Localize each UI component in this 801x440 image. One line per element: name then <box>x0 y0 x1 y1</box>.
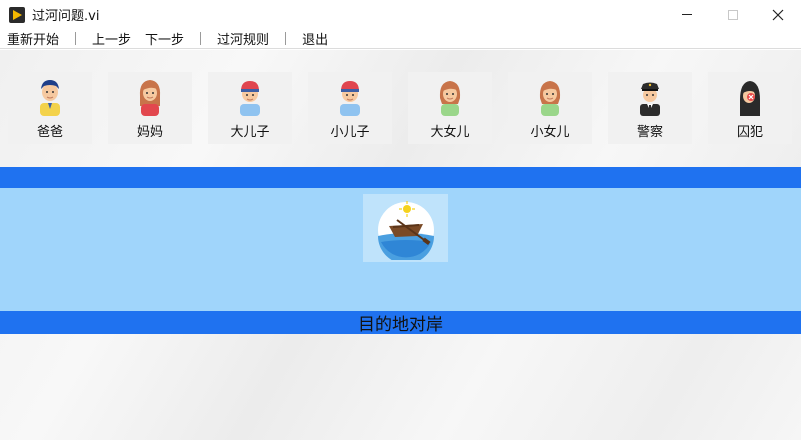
destination-bank: 目的地对岸 <box>0 311 801 335</box>
person-card-younger-daughter[interactable]: 小女儿 <box>508 72 592 144</box>
person-card-elder-daughter[interactable]: 大女儿 <box>408 72 492 144</box>
younger-daughter-icon <box>539 81 561 116</box>
father-icon <box>40 80 60 116</box>
destination-label: 目的地对岸 <box>358 315 443 335</box>
person-label: 妈妈 <box>136 125 163 140</box>
person-label: 小女儿 <box>530 125 570 140</box>
window-title: 过河问题.vi <box>32 9 100 24</box>
menu-restart[interactable]: 重新开始 <box>0 29 66 48</box>
close-button[interactable] <box>755 0 801 29</box>
mother-icon <box>139 80 161 116</box>
person-label: 爸爸 <box>36 125 63 140</box>
person-label: 警察 <box>636 125 663 140</box>
menu-separator <box>200 32 202 45</box>
menu-next-step[interactable]: 下一步 <box>138 29 191 48</box>
elder-daughter-icon <box>439 81 461 116</box>
boat-icon <box>377 201 434 260</box>
minimize-button[interactable] <box>664 0 710 29</box>
minimize-icon <box>682 14 692 15</box>
boat-button[interactable] <box>363 194 448 262</box>
prisoner-icon <box>740 81 760 116</box>
person-label: 囚犯 <box>736 125 763 140</box>
menu-separator <box>75 32 77 45</box>
title-bar: 过河问题.vi <box>0 0 801 29</box>
close-icon <box>772 9 784 20</box>
person-label: 小儿子 <box>330 125 370 140</box>
person-label: 大儿子 <box>230 125 270 140</box>
younger-son-icon <box>340 81 360 116</box>
maximize-button[interactable] <box>710 0 756 29</box>
police-icon <box>640 82 660 116</box>
starting-bank <box>0 167 801 188</box>
person-card-prisoner[interactable]: 囚犯 <box>708 72 792 144</box>
maximize-icon <box>728 9 738 20</box>
elder-son-icon <box>240 81 260 116</box>
app-icon <box>9 6 25 23</box>
person-card-police[interactable]: 警察 <box>608 72 692 144</box>
menu-separator <box>285 32 287 45</box>
menu-prev-step[interactable]: 上一步 <box>85 29 138 48</box>
menu-bar: 重新开始 上一步 下一步 过河规则 退出 <box>0 29 801 49</box>
person-card-elder-son[interactable]: 大儿子 <box>208 72 292 144</box>
person-card-younger-son[interactable]: 小儿子 <box>308 72 392 144</box>
person-card-mother[interactable]: 妈妈 <box>108 72 192 144</box>
person-label: 大女儿 <box>430 125 470 140</box>
menu-exit[interactable]: 退出 <box>295 29 335 48</box>
menu-rules[interactable]: 过河规则 <box>210 29 276 48</box>
person-card-father[interactable]: 爸爸 <box>8 72 92 144</box>
